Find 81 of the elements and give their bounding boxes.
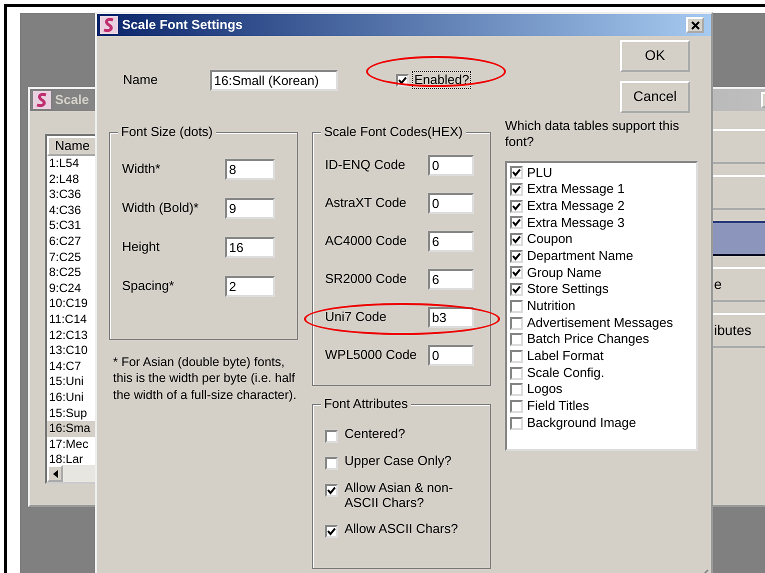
button[interactable]: ibutes xyxy=(710,313,765,348)
checkbox[interactable] xyxy=(510,166,523,180)
close-icon xyxy=(690,20,700,30)
checkbox-label: Allow Asian & non-ASCII Chars? xyxy=(344,481,454,511)
dialog-title: Scale Font Settings xyxy=(122,16,243,34)
checkbox-label: Allow ASCII Chars? xyxy=(344,522,459,537)
name-field[interactable]: 16:Small (Korean) xyxy=(210,70,338,90)
checkbox-label: Centered? xyxy=(344,427,406,442)
app-icon xyxy=(100,16,118,34)
app-icon xyxy=(33,91,51,109)
dialog-button[interactable]: Cancel xyxy=(620,81,690,113)
note-text: * For Asian (double byte) fonts, this is the width per byte (i.e. half the width of a full-size character). xyxy=(113,354,298,403)
text-field[interactable]: 0 xyxy=(428,155,474,176)
checkbox[interactable] xyxy=(510,416,523,430)
left-arrow-icon xyxy=(52,470,58,478)
list-item[interactable]: Advertisement Messages xyxy=(527,314,673,332)
checkbox[interactable] xyxy=(510,283,523,296)
field-label: AC4000 Code xyxy=(325,233,407,250)
list-item[interactable]: Batch Price Changes xyxy=(527,331,650,348)
checkbox[interactable] xyxy=(510,300,523,313)
field-label: Height xyxy=(122,239,160,256)
button[interactable]: e xyxy=(710,267,765,302)
field-label: Width (Bold)* xyxy=(122,200,199,217)
checkbox[interactable] xyxy=(510,250,523,263)
text-field[interactable]: 0 xyxy=(428,345,474,366)
list-item[interactable]: Logos xyxy=(527,381,562,398)
field-label: ID-ENQ Code xyxy=(325,157,406,174)
list-item[interactable]: Extra Message 3 xyxy=(527,214,625,232)
field-label: Width* xyxy=(122,161,160,178)
checkbox[interactable] xyxy=(510,200,523,213)
checkbox[interactable] xyxy=(396,74,409,86)
text-field[interactable]: 9 xyxy=(225,198,275,219)
list-item[interactable]: Label Format xyxy=(527,348,604,365)
list-item[interactable]: Background Image xyxy=(527,414,636,432)
text-field[interactable]: 16 xyxy=(225,237,275,258)
list-item[interactable]: Store Settings xyxy=(527,281,609,298)
text-field[interactable]: 8 xyxy=(225,159,275,180)
name-label: Name xyxy=(123,72,159,88)
checkbox[interactable] xyxy=(325,430,338,443)
checkbox[interactable] xyxy=(510,400,523,413)
field-label: Uni7 Code xyxy=(325,309,386,326)
field-label: WPL5000 Code xyxy=(325,347,417,364)
text-field[interactable]: 2 xyxy=(225,276,275,297)
instruction-text: Which data tables support this font? xyxy=(505,118,680,150)
field-label: AstraXT Code xyxy=(325,195,406,212)
list-item[interactable]: PLU xyxy=(527,164,552,182)
list-item[interactable]: Extra Message 2 xyxy=(527,198,625,215)
group-title: Scale Font Codes(HEX) xyxy=(321,124,466,140)
checkbox[interactable] xyxy=(510,333,523,346)
checkbox[interactable] xyxy=(325,484,338,497)
list-item[interactable]: Scale Config. xyxy=(527,364,604,382)
list-item[interactable]: Group Name xyxy=(527,264,602,282)
checkbox[interactable] xyxy=(510,233,523,246)
checkbox[interactable] xyxy=(510,216,523,230)
list-item[interactable]: Extra Message 1 xyxy=(527,181,625,198)
list-item[interactable]: Field Titles xyxy=(527,398,590,415)
list-item[interactable]: Coupon xyxy=(527,231,573,248)
window-title: Scale xyxy=(55,92,89,108)
text-field[interactable]: 0 xyxy=(428,193,474,214)
field-label: Spacing* xyxy=(122,278,174,295)
checkbox-label: Upper Case Only? xyxy=(344,454,452,469)
checkbox[interactable] xyxy=(510,383,523,396)
button[interactable] xyxy=(710,221,765,256)
text-field[interactable]: b3 xyxy=(428,307,474,328)
text-field[interactable]: 6 xyxy=(428,231,474,252)
dialog-button[interactable]: OK xyxy=(620,40,690,72)
scroll-left-button[interactable] xyxy=(47,465,63,482)
group-title: Font Size (dots) xyxy=(118,124,216,140)
list-item[interactable]: Department Name xyxy=(527,248,634,265)
checkbox[interactable] xyxy=(325,457,338,470)
checkbox[interactable] xyxy=(510,316,523,330)
checkbox-label: Enabled? xyxy=(412,70,472,90)
checkbox[interactable] xyxy=(510,183,523,196)
list-item[interactable]: Nutrition xyxy=(527,298,576,315)
checkbox[interactable] xyxy=(510,366,523,380)
checkbox[interactable] xyxy=(325,524,338,538)
field-label: SR2000 Code xyxy=(325,271,407,288)
checkbox[interactable] xyxy=(510,266,523,280)
close-button[interactable] xyxy=(686,17,704,33)
checkbox[interactable] xyxy=(510,350,523,363)
text-field[interactable]: 6 xyxy=(428,269,474,290)
